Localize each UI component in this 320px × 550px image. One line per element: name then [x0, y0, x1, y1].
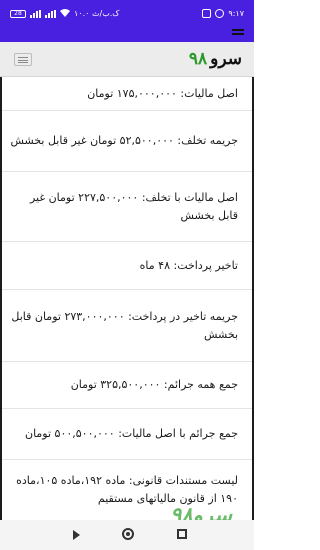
signal-icon	[30, 9, 41, 18]
hamburger-menu-button[interactable]	[14, 52, 32, 66]
back-icon[interactable]	[73, 530, 80, 540]
data-speed: ۱۰.۰ ک.ب/ث	[74, 9, 120, 18]
list-item-text: اصل مالیات با تخلف: ۲۲۷,۵۰۰,۰۰۰ تومان غی…	[29, 190, 238, 222]
logo-number: ۹۸	[188, 49, 208, 69]
app-header: سرو ۹۸	[0, 42, 254, 77]
list-item: جمع همه جرائم: ۳۲۵,۵۰۰,۰۰۰ تومان	[2, 362, 252, 409]
logo-word: سرو	[210, 49, 242, 69]
status-left: 28 ۱۰.۰ ک.ب/ث	[10, 8, 120, 19]
list-item-text: جمع جرائم با اصل مالیات: ۵۰۰,۵۰۰,۰۰۰ توم…	[24, 427, 238, 440]
list-item: اصل مالیات با تخلف: ۲۲۷,۵۰۰,۰۰۰ تومان غی…	[2, 172, 252, 242]
top-bar	[0, 27, 254, 42]
site-logo[interactable]: سرو ۹۸	[189, 49, 242, 69]
list-item: اصل مالیات: ۱۷۵,۰۰۰,۰۰۰ تومان	[2, 77, 252, 111]
list-item: جمع جرائم با اصل مالیات: ۵۰۰,۵۰۰,۰۰۰ توم…	[2, 409, 252, 460]
list-item-text: تاخیر پرداخت: ۴۸ ماه	[139, 258, 238, 272]
home-icon[interactable]	[122, 528, 134, 540]
clock: ۹:۱۷	[228, 9, 244, 18]
list-item: جریمه تاخیر در پرداخت: ۲۷۳,۰۰۰,۰۰۰ تومان…	[2, 290, 252, 362]
signal-icon-2	[45, 9, 56, 18]
app-notification-icon	[202, 9, 212, 18]
status-bar: 28 ۱۰.۰ ک.ب/ث ۹:۱۷	[0, 0, 254, 27]
list-item-text: جریمه تخلف: ۵۲,۵۰۰,۰۰۰ تومان غیر قابل بخ…	[10, 134, 238, 147]
menu-icon[interactable]	[232, 29, 244, 37]
notification-icon	[215, 9, 225, 18]
recent-apps-icon[interactable]	[177, 529, 187, 539]
status-right: ۹:۱۷	[202, 9, 244, 18]
list-item-text: اصل مالیات: ۱۷۵,۰۰۰,۰۰۰ تومان	[87, 86, 238, 100]
list-item: تاخیر پرداخت: ۴۸ ماه	[2, 242, 252, 290]
wifi-icon	[60, 8, 70, 19]
list-item-text: جریمه تاخیر در پرداخت: ۲۷۳,۰۰۰,۰۰۰ تومان…	[11, 309, 238, 341]
result-list: اصل مالیات: ۱۷۵,۰۰۰,۰۰۰ تومان جریمه تخلف…	[0, 77, 254, 520]
list-item-text: جمع همه جرائم: ۳۲۵,۵۰۰,۰۰۰ تومان	[70, 378, 238, 391]
list-item: جریمه تخلف: ۵۲,۵۰۰,۰۰۰ تومان غیر قابل بخ…	[2, 111, 252, 172]
system-navigation-bar	[0, 520, 254, 550]
battery-icon: 28	[10, 9, 26, 18]
